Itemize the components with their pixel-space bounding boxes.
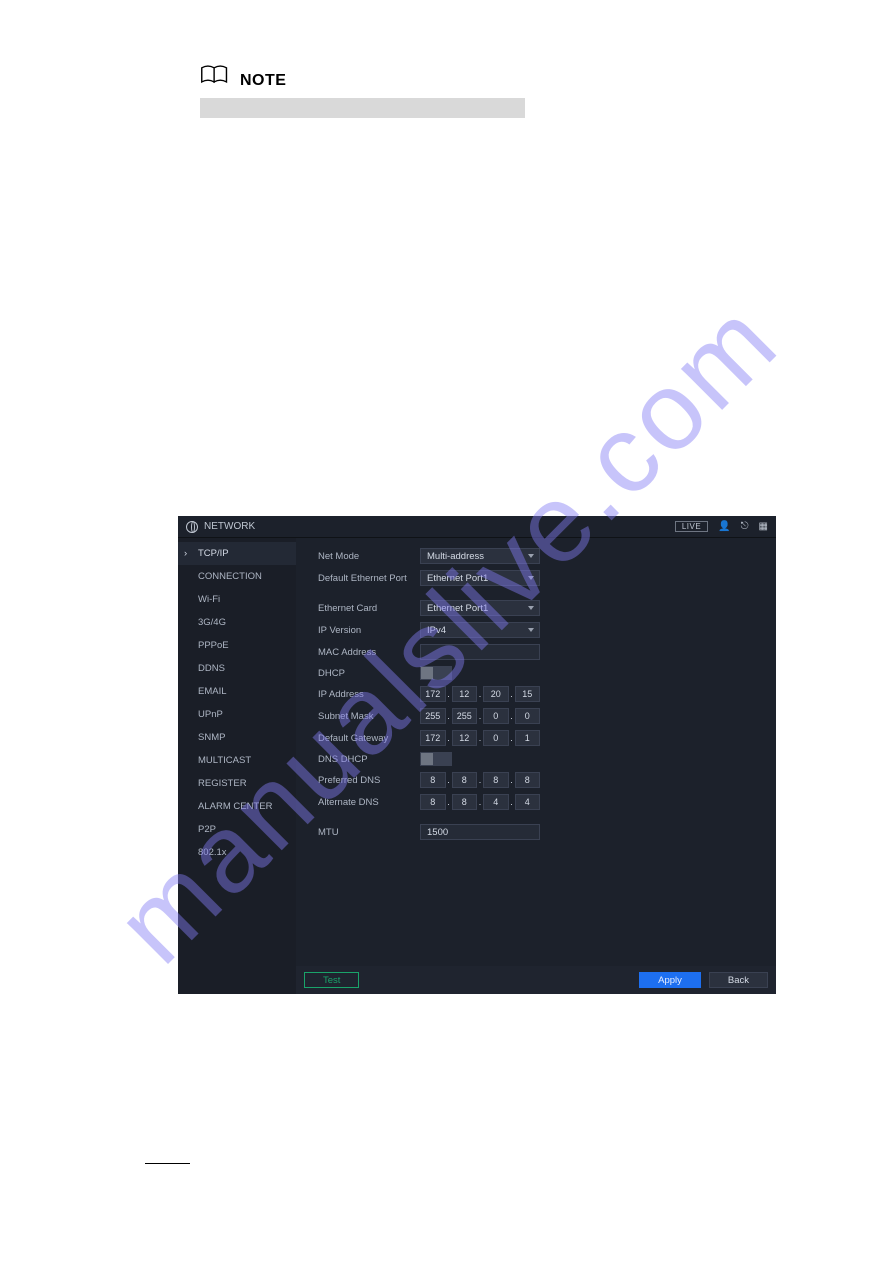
field-gateway[interactable]: 172. 12. 0. 1 <box>420 730 540 746</box>
sidebar-item-ddns[interactable]: DDNS <box>178 657 296 680</box>
logout-icon[interactable]: ⎋ <box>741 521 749 532</box>
field-mask[interactable]: 255. 255. 0. 0 <box>420 708 540 724</box>
content-panel: Net Mode Multi-address Default Ethernet … <box>296 538 776 994</box>
note-label: NOTE <box>240 72 286 90</box>
network-settings-screenshot: NETWORK LIVE 👤 ⎋ ▦ TCP/IP CONNECTION Wi-… <box>178 516 776 994</box>
label-gateway: Default Gateway <box>318 733 420 744</box>
label-ip-version: IP Version <box>318 625 420 636</box>
note-callout: NOTE <box>200 63 525 118</box>
label-net-mode: Net Mode <box>318 551 420 562</box>
label-mtu: MTU <box>318 827 420 838</box>
select-ethernet-card[interactable]: Ethernet Port1 <box>420 600 540 616</box>
sidebar-item-multicast[interactable]: MULTICAST <box>178 749 296 772</box>
footnote-rule <box>145 1163 190 1164</box>
label-ethernet-card: Ethernet Card <box>318 603 420 614</box>
sidebar-item-8021x[interactable]: 802.1x <box>178 841 296 864</box>
toggle-dhcp[interactable] <box>420 666 452 680</box>
book-icon <box>200 63 230 90</box>
test-button[interactable]: Test <box>304 972 359 988</box>
sidebar-item-p2p[interactable]: P2P <box>178 818 296 841</box>
label-adns: Alternate DNS <box>318 797 420 808</box>
field-mtu[interactable]: 1500 <box>420 824 540 840</box>
network-icon <box>186 521 198 533</box>
label-mask: Subnet Mask <box>318 711 420 722</box>
sidebar-item-connection[interactable]: CONNECTION <box>178 565 296 588</box>
label-dns-dhcp: DNS DHCP <box>318 754 420 765</box>
sidebar-item-upnp[interactable]: UPnP <box>178 703 296 726</box>
sidebar-item-register[interactable]: REGISTER <box>178 772 296 795</box>
label-pdns: Preferred DNS <box>318 775 420 786</box>
sidebar: TCP/IP CONNECTION Wi-Fi 3G/4G PPPoE DDNS… <box>178 538 296 994</box>
user-icon[interactable]: 👤 <box>718 521 730 532</box>
window-titlebar: NETWORK LIVE 👤 ⎋ ▦ <box>178 516 776 538</box>
label-ip: IP Address <box>318 689 420 700</box>
label-dhcp: DHCP <box>318 668 420 679</box>
live-badge: LIVE <box>675 521 708 532</box>
select-net-mode[interactable]: Multi-address <box>420 548 540 564</box>
window-title: NETWORK <box>204 521 255 532</box>
sidebar-item-tcpip[interactable]: TCP/IP <box>178 542 296 565</box>
select-ip-version[interactable]: IPv4 <box>420 622 540 638</box>
grid-icon[interactable]: ▦ <box>759 521 768 532</box>
label-mac: MAC Address <box>318 647 420 658</box>
footer-bar: Test Apply Back <box>296 966 776 994</box>
field-pdns[interactable]: 8. 8. 8. 8 <box>420 772 540 788</box>
select-default-port[interactable]: Ethernet Port1 <box>420 570 540 586</box>
toggle-dns-dhcp[interactable] <box>420 752 452 766</box>
field-adns[interactable]: 8. 8. 4. 4 <box>420 794 540 810</box>
sidebar-item-snmp[interactable]: SNMP <box>178 726 296 749</box>
sidebar-item-email[interactable]: EMAIL <box>178 680 296 703</box>
label-default-port: Default Ethernet Port <box>318 573 420 584</box>
sidebar-item-alarm-center[interactable]: ALARM CENTER <box>178 795 296 818</box>
sidebar-item-3g4g[interactable]: 3G/4G <box>178 611 296 634</box>
apply-button[interactable]: Apply <box>639 972 701 988</box>
back-button[interactable]: Back <box>709 972 768 988</box>
sidebar-item-wifi[interactable]: Wi-Fi <box>178 588 296 611</box>
sidebar-item-pppoe[interactable]: PPPoE <box>178 634 296 657</box>
note-highlight-strip <box>200 98 525 118</box>
field-ip[interactable]: 172. 12. 20. 15 <box>420 686 540 702</box>
field-mac <box>420 644 540 660</box>
